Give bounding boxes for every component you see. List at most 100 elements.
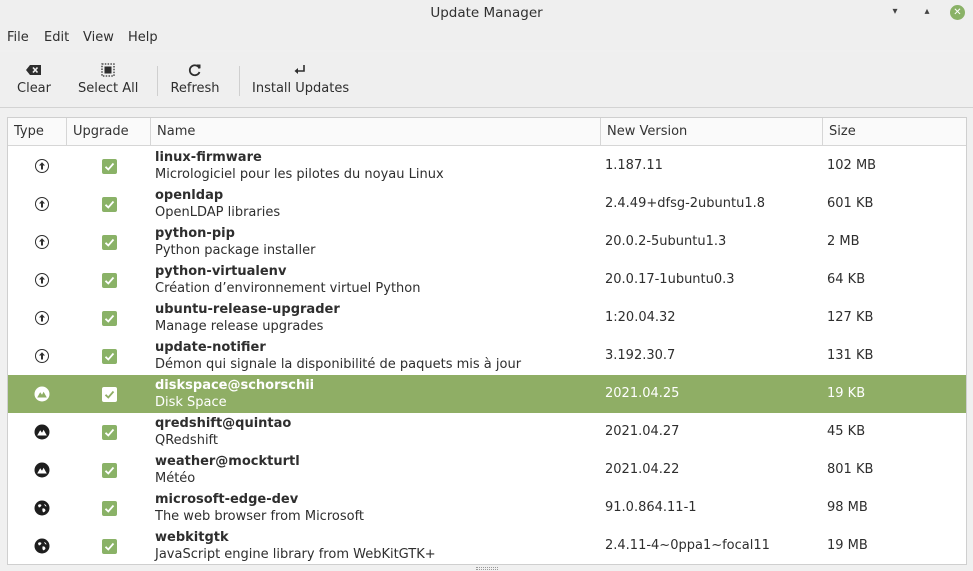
table-row[interactable]: qredshift@quintao QRedshift 2021.04.27 45 K… — [8, 413, 966, 451]
cinnamon-icon — [34, 424, 50, 440]
package-size: 601 KB — [827, 196, 874, 211]
menu-help[interactable]: Help — [128, 30, 158, 45]
package-version: 2.4.49+dfsg-2ubuntu1.8 — [605, 196, 766, 211]
toolbar-separator — [157, 66, 158, 96]
refresh-icon — [189, 64, 201, 77]
package-size: 131 KB — [827, 348, 874, 363]
package-size: 45 KB — [827, 424, 866, 439]
upgrade-checkbox[interactable] — [102, 197, 117, 212]
table-header: Type Upgrade Name New Version Size — [8, 118, 966, 146]
package-name: diskspace@schorschii — [155, 378, 315, 393]
package-icon — [34, 158, 50, 174]
table-row[interactable]: ubuntu-release-upgrader Manage release up… — [8, 299, 966, 337]
upgrade-checkbox[interactable] — [102, 539, 117, 554]
package-name: python-pip — [155, 226, 235, 241]
package-version: 1.187.11 — [605, 158, 663, 173]
table-row[interactable]: python-pip Python package installer 20.0.2… — [8, 223, 966, 261]
table-row[interactable]: webkitgtk JavaScript engine library from … — [8, 527, 966, 564]
package-size: 98 MB — [827, 500, 868, 515]
upgrade-checkbox[interactable] — [102, 349, 117, 364]
menu-edit[interactable]: Edit — [44, 30, 69, 45]
install-updates-label: Install Updates — [252, 81, 350, 96]
package-icon — [34, 310, 50, 326]
resize-grip[interactable] — [476, 567, 498, 570]
upgrade-checkbox[interactable] — [102, 159, 117, 174]
package-version: 20.0.2-5ubuntu1.3 — [605, 234, 727, 249]
package-description: QRedshift — [155, 433, 219, 448]
select-all-label: Select All — [78, 81, 139, 96]
install-updates-button[interactable]: Install Updates — [252, 60, 350, 96]
cinnamon-icon — [34, 462, 50, 478]
globe-icon — [34, 500, 50, 516]
package-name: weather@mockturtl — [155, 454, 300, 469]
package-size: 127 KB — [827, 310, 874, 325]
upgrade-checkbox[interactable] — [102, 273, 117, 288]
upgrade-checkbox[interactable] — [102, 501, 117, 516]
column-header-size[interactable]: Size — [823, 118, 966, 146]
toolbar: Clear Select All Refresh Install Updates — [0, 52, 973, 108]
table-row[interactable]: linux-firmware Micrologiciel pour les pil… — [8, 147, 966, 185]
globe-icon — [34, 538, 50, 554]
table-row[interactable]: update-notifier Démon qui signale la disp… — [8, 337, 966, 375]
upgrade-checkbox[interactable] — [102, 311, 117, 326]
package-description: Démon qui signale la disponibilité de pa… — [155, 357, 522, 372]
package-version: 2021.04.27 — [605, 424, 680, 439]
package-description: The web browser from Microsoft — [155, 509, 365, 524]
package-icon — [34, 234, 50, 250]
menu-view[interactable]: View — [83, 30, 114, 45]
package-size: 801 KB — [827, 462, 874, 477]
refresh-button[interactable]: Refresh — [170, 60, 220, 96]
table-row[interactable]: python-virtualenv Création d’environnemen… — [8, 261, 966, 299]
package-version: 20.0.17-1ubuntu0.3 — [605, 272, 735, 287]
menu-bar: File Edit View Help — [0, 26, 973, 50]
package-description: Météo — [155, 471, 196, 486]
menu-file[interactable]: File — [7, 30, 29, 45]
clear-icon — [26, 65, 41, 75]
package-icon — [34, 272, 50, 288]
package-description: OpenLDAP libraries — [155, 205, 281, 220]
package-version: 1:20.04.32 — [605, 310, 676, 325]
package-name: microsoft-edge-dev — [155, 492, 299, 507]
toolbar-separator — [239, 66, 240, 96]
package-size: 19 MB — [827, 538, 868, 553]
table-row[interactable]: weather@mockturtl Météo 2021.04.22 801 KB — [8, 451, 966, 489]
package-name: qredshift@quintao — [155, 416, 292, 431]
package-description: Micrologiciel pour les pilotes du noyau … — [155, 167, 444, 182]
upgrade-checkbox[interactable] — [102, 235, 117, 250]
package-name: update-notifier — [155, 340, 266, 355]
clear-label: Clear — [17, 81, 51, 96]
upgrade-checkbox[interactable] — [102, 425, 117, 440]
updates-table: Type Upgrade Name New Version Size linux… — [7, 117, 967, 565]
maximize-icon[interactable]: ▴ — [920, 5, 934, 19]
minimize-icon[interactable]: ▾ — [888, 5, 902, 19]
table-row[interactable]: microsoft-edge-dev The web browser from M… — [8, 489, 966, 527]
upgrade-checkbox[interactable] — [102, 387, 117, 402]
refresh-label: Refresh — [170, 81, 220, 96]
package-size: 2 MB — [827, 234, 860, 249]
package-description: Création d’environnement virtuel Python — [155, 281, 421, 296]
package-icon — [34, 348, 50, 364]
column-header-upgrade[interactable]: Upgrade — [67, 118, 151, 146]
package-name: webkitgtk — [155, 530, 229, 545]
package-version: 2021.04.25 — [605, 386, 680, 401]
select-all-icon — [101, 63, 115, 77]
package-name: linux-firmware — [155, 150, 262, 165]
window-title: Update Manager — [430, 5, 543, 21]
package-description: Python package installer — [155, 243, 316, 258]
install-icon — [294, 65, 305, 74]
title-bar: Update Manager ▾ ▴ ✕ — [0, 0, 973, 26]
clear-button[interactable]: Clear — [14, 60, 54, 96]
column-header-type[interactable]: Type — [8, 118, 67, 146]
close-icon[interactable]: ✕ — [950, 5, 965, 20]
package-icon — [34, 196, 50, 212]
column-header-name[interactable]: Name — [151, 118, 601, 146]
table-row[interactable]: openldap OpenLDAP libraries 2.4.49+dfsg-2u… — [8, 185, 966, 223]
package-description: Disk Space — [155, 395, 227, 410]
select-all-button[interactable]: Select All — [78, 60, 138, 96]
upgrade-checkbox[interactable] — [102, 463, 117, 478]
column-header-version[interactable]: New Version — [601, 118, 823, 146]
cinnamon-icon — [34, 386, 50, 402]
package-version: 2021.04.22 — [605, 462, 680, 477]
table-row[interactable]: diskspace@schorschii Disk Space 2021.04.25… — [8, 375, 966, 413]
package-name: ubuntu-release-upgrader — [155, 302, 340, 317]
